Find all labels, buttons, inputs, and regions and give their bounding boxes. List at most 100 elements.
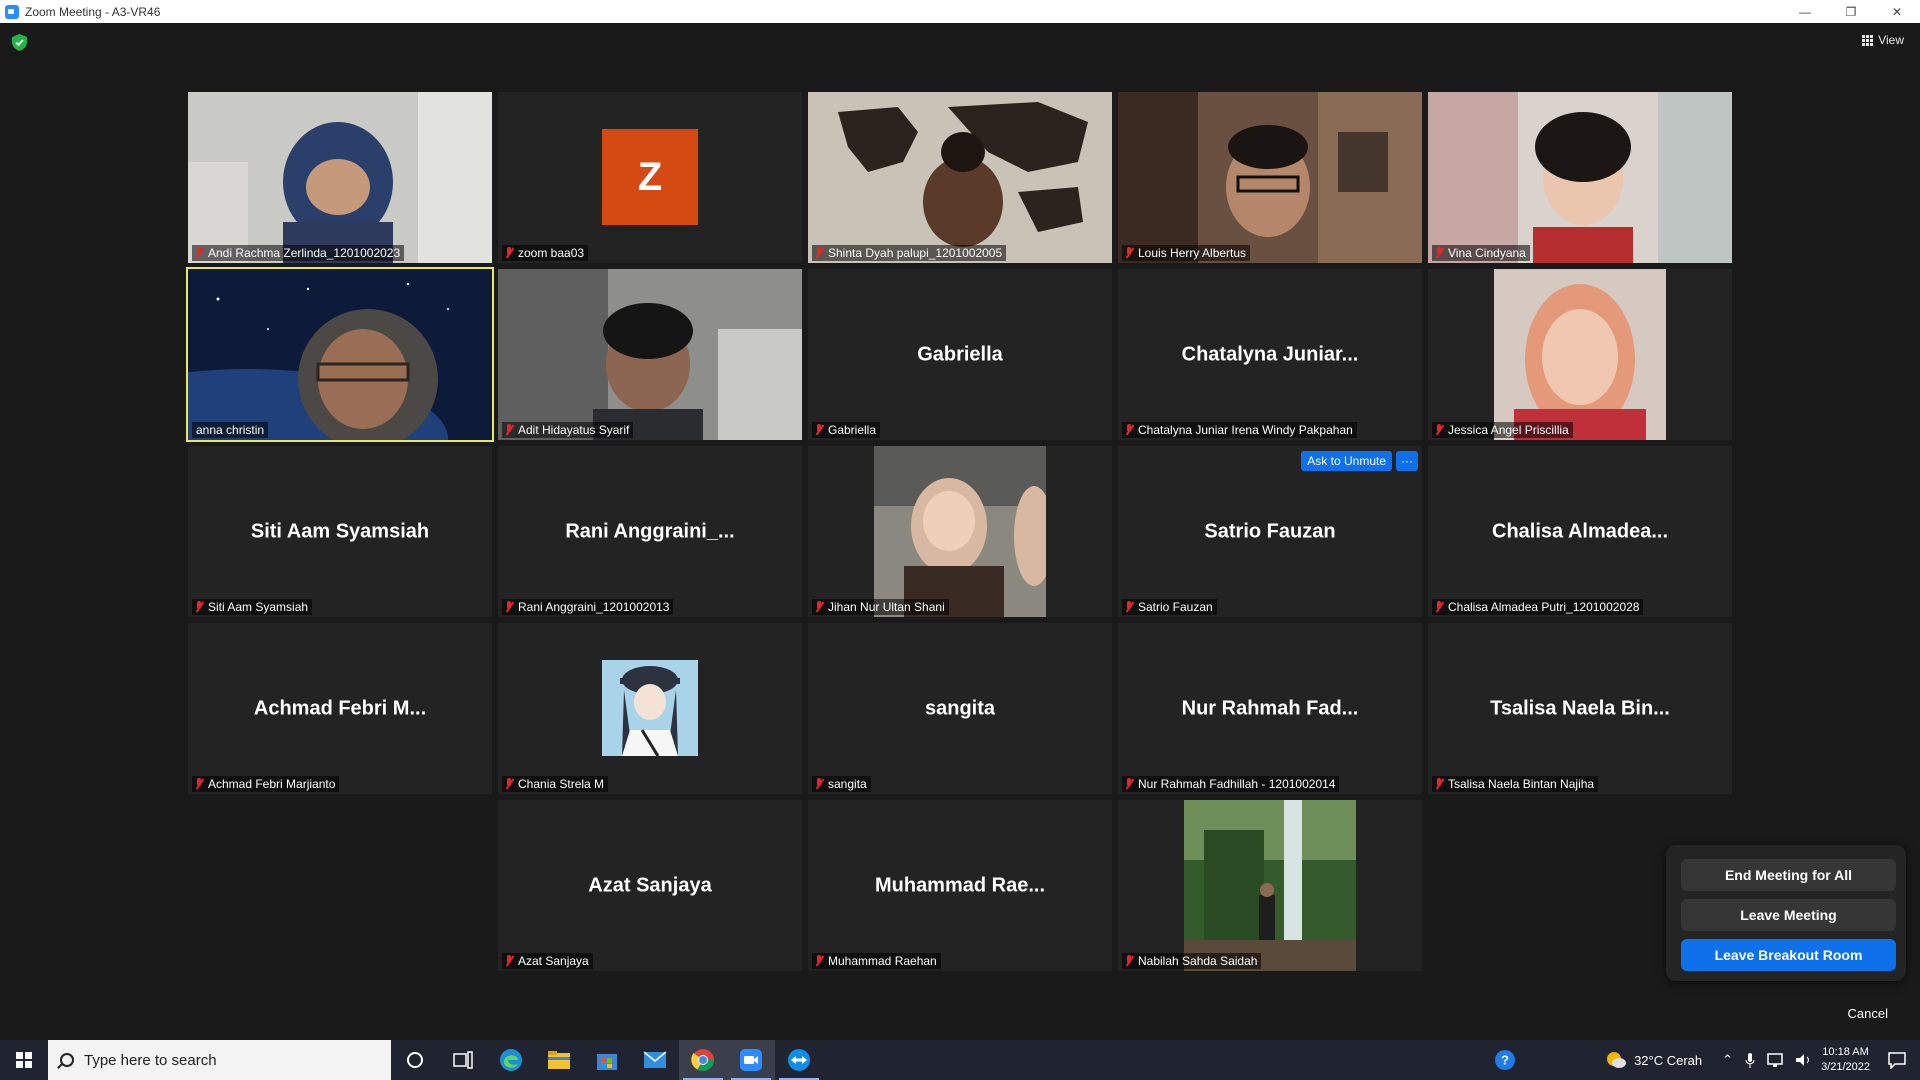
participant-label: Gabriella	[812, 422, 881, 438]
mail-icon[interactable]	[631, 1040, 679, 1080]
taskbar-clock[interactable]: 10:18 AM 3/21/2022	[1821, 1045, 1870, 1075]
participant-tile[interactable]: sangita sangita	[808, 623, 1112, 794]
participant-tile[interactable]: Jihan Nur Ultan Shani	[808, 446, 1112, 617]
view-label: View	[1878, 33, 1904, 47]
cancel-button[interactable]: Cancel	[1848, 1006, 1888, 1021]
microsoft-store-icon[interactable]	[583, 1040, 631, 1080]
leave-meeting-button[interactable]: Leave Meeting	[1681, 899, 1896, 931]
participant-label: Chania Strela M	[502, 776, 609, 792]
view-button[interactable]: View	[1862, 33, 1904, 47]
muted-mic-icon	[814, 247, 824, 259]
participant-tile[interactable]: Ask to Unmute ··· Satrio Fauzan Satrio F…	[1118, 446, 1422, 617]
video-feed	[808, 92, 1112, 263]
muted-mic-icon	[1434, 601, 1444, 613]
participant-tile[interactable]: Tsalisa Naela Bin... Tsalisa Naela Binta…	[1428, 623, 1732, 794]
muted-mic-icon	[194, 247, 204, 259]
profile-picture	[602, 660, 698, 756]
leave-meeting-panel: End Meeting for All Leave Meeting Leave …	[1666, 845, 1906, 981]
participant-display-name: Tsalisa Naela Bin...	[1490, 697, 1670, 719]
participant-label: sangita	[812, 776, 871, 792]
more-options-button[interactable]: ···	[1396, 451, 1418, 471]
participant-name: Azat Sanjaya	[518, 954, 589, 968]
notification-center-icon[interactable]	[1888, 1051, 1906, 1069]
participant-display-name: Chalisa Almadea...	[1492, 520, 1668, 542]
muted-mic-icon	[504, 778, 514, 790]
chevron-up-icon[interactable]: ⌃	[1722, 1052, 1733, 1068]
zoom-app-icon	[5, 4, 19, 19]
participant-display-name: Muhammad Rae...	[874, 874, 1046, 896]
weather-text[interactable]: 32°C Cerah	[1634, 1053, 1702, 1068]
participant-tile[interactable]: Azat Sanjaya Azat Sanjaya	[498, 800, 802, 971]
participant-display-name: Achmad Febri M...	[253, 697, 427, 719]
participant-tile[interactable]: Shinta Dyah palupi_1201002005	[808, 92, 1112, 263]
participant-tile[interactable]: Louis Herry Albertus	[1118, 92, 1422, 263]
zoom-taskbar-icon[interactable]	[727, 1040, 775, 1080]
muted-mic-icon	[504, 424, 514, 436]
muted-mic-icon	[1124, 247, 1134, 259]
participant-tile[interactable]: Muhammad Rae... Muhammad Raehan	[808, 800, 1112, 971]
muted-mic-icon	[504, 601, 514, 613]
task-view-icon[interactable]	[439, 1040, 487, 1080]
windows-logo-icon	[16, 1052, 32, 1068]
video-feed	[1184, 800, 1356, 971]
muted-mic-icon	[1124, 955, 1134, 967]
participant-tile[interactable]: Siti Aam Syamsiah Siti Aam Syamsiah	[188, 446, 492, 617]
help-icon[interactable]: ?	[1494, 1049, 1516, 1071]
participant-label: Jihan Nur Ultan Shani	[812, 599, 949, 615]
chrome-icon[interactable]	[679, 1040, 727, 1080]
participant-label: Nur Rahmah Fadhillah - 1201002014	[1122, 776, 1340, 792]
end-meeting-for-all-button[interactable]: End Meeting for All	[1681, 859, 1896, 891]
cortana-icon[interactable]	[391, 1040, 439, 1080]
participant-name: Satrio Fauzan	[1138, 600, 1213, 614]
participant-name: anna christin	[196, 423, 265, 437]
edge-browser-icon[interactable]	[487, 1040, 535, 1080]
ask-to-unmute-button[interactable]: Ask to Unmute	[1301, 451, 1392, 471]
security-shield-icon[interactable]	[12, 34, 27, 51]
participant-name: Chatalyna Juniar Irena Windy Pakpahan	[1138, 423, 1353, 437]
participant-label: Vina Cindyana	[1432, 245, 1530, 261]
participant-name: Louis Herry Albertus	[1138, 246, 1247, 260]
participant-tile[interactable]: Jessica Angel Priscillia	[1428, 269, 1732, 440]
volume-icon[interactable]	[1795, 1052, 1813, 1068]
participant-label: Rani Anggraini_1201002013	[502, 599, 674, 615]
minimize-button[interactable]: —	[1782, 0, 1828, 23]
participant-tile[interactable]: Chania Strela M	[498, 623, 802, 794]
participant-tile[interactable]: Nur Rahmah Fad... Nur Rahmah Fadhillah -…	[1118, 623, 1422, 794]
participant-tile[interactable]: Chatalyna Juniar... Chatalyna Juniar Ire…	[1118, 269, 1422, 440]
participant-tile[interactable]: Chalisa Almadea... Chalisa Almadea Putri…	[1428, 446, 1732, 617]
muted-mic-icon	[814, 778, 824, 790]
participant-tile[interactable]: Achmad Febri M... Achmad Febri Marjianto	[188, 623, 492, 794]
participant-tile[interactable]: Andi Rachma Zerlinda_1201002023	[188, 92, 492, 263]
participant-name: Gabriella	[828, 423, 877, 437]
close-button[interactable]: ✕	[1874, 0, 1920, 23]
participant-tile[interactable]: Adit Hidayatus Syarif	[498, 269, 802, 440]
muted-mic-icon	[194, 601, 204, 613]
video-feed	[1118, 92, 1422, 263]
participant-name: Achmad Febri Marjianto	[208, 777, 336, 791]
svg-text:?: ?	[1501, 1053, 1509, 1068]
microphone-icon[interactable]	[1745, 1052, 1755, 1068]
leave-breakout-room-button[interactable]: Leave Breakout Room	[1681, 939, 1896, 971]
restore-button[interactable]: ❐	[1828, 0, 1874, 23]
participant-label: Satrio Fauzan	[1122, 599, 1217, 615]
muted-mic-icon	[814, 424, 824, 436]
taskbar-search-box[interactable]: Type here to search	[48, 1040, 391, 1080]
teamviewer-icon[interactable]	[775, 1040, 823, 1080]
network-icon[interactable]	[1767, 1052, 1785, 1068]
muted-mic-icon	[194, 778, 204, 790]
participant-label: Adit Hidayatus Syarif	[502, 422, 634, 438]
participant-tile[interactable]: Gabriella Gabriella	[808, 269, 1112, 440]
participant-tile[interactable]: Rani Anggraini_... Rani Anggraini_120100…	[498, 446, 802, 617]
start-button[interactable]	[0, 1040, 48, 1080]
participant-tile[interactable]: Z zoom baa03	[498, 92, 802, 263]
participant-display-name: Chatalyna Juniar...	[1181, 343, 1359, 365]
title-bar: Zoom Meeting - A3-VR46 — ❐ ✕	[0, 0, 1920, 23]
participant-name: Shinta Dyah palupi_1201002005	[828, 246, 1003, 260]
participant-label: Siti Aam Syamsiah	[192, 599, 313, 615]
participant-name: Chania Strela M	[518, 777, 605, 791]
participant-tile[interactable]: Vina Cindyana	[1428, 92, 1732, 263]
muted-mic-icon	[1124, 778, 1134, 790]
participant-tile-active-speaker[interactable]: anna christin	[186, 267, 494, 442]
file-explorer-icon[interactable]	[535, 1040, 583, 1080]
participant-tile[interactable]: Nabilah Sahda Saidah	[1118, 800, 1422, 971]
